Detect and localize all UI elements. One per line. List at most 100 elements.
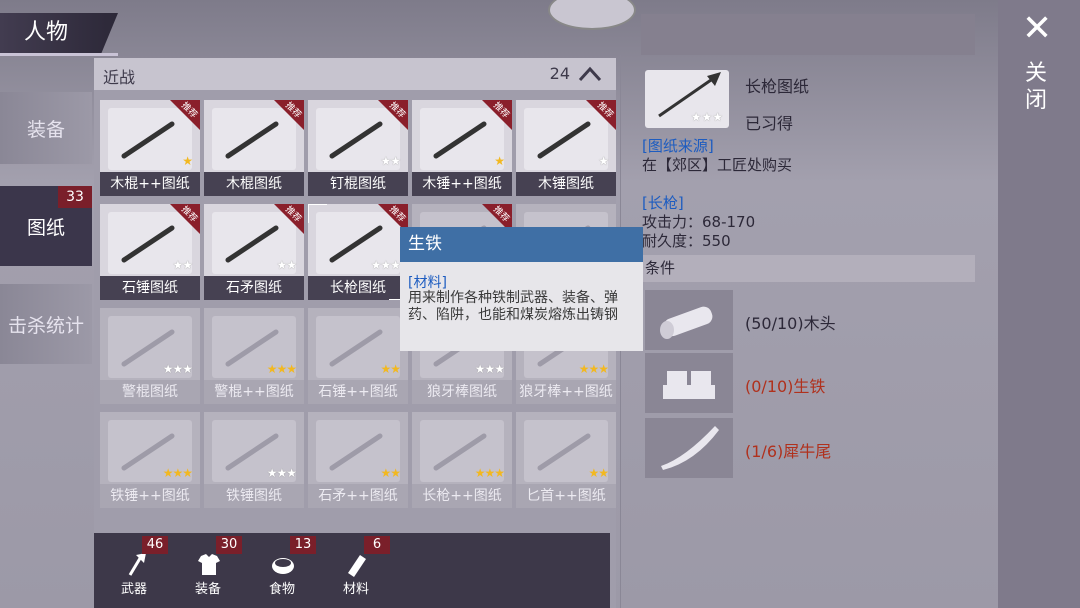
rarity-stars: ★★	[588, 466, 608, 480]
learned-status: 已习得	[745, 114, 794, 133]
rarity-stars: ★★★	[162, 466, 193, 480]
rarity-stars: ★★	[276, 258, 297, 272]
rarity-stars: ★★★	[266, 466, 297, 480]
tab-label: 食物	[268, 582, 295, 597]
blueprint-card[interactable]: ★★★ 铁锤图纸	[204, 412, 304, 508]
source-text: 在【郊区】工匠处购买	[642, 156, 793, 174]
hammer-icon	[524, 108, 608, 170]
title-underline	[0, 53, 118, 56]
tab-materials[interactable]: 材料 6	[320, 533, 392, 608]
blueprint-card[interactable]: ★★ 石矛++图纸	[308, 412, 408, 508]
blueprint-label: 木锤图纸	[516, 172, 616, 196]
blueprint-label: 警棍++图纸	[204, 380, 304, 404]
durability-stat: 耐久度：550	[642, 232, 731, 250]
blueprint-card[interactable]: ★★ 石锤++图纸	[308, 308, 408, 404]
shirt-icon	[196, 551, 222, 577]
sidebar-item-label: 击杀统计	[7, 314, 84, 337]
rarity-stars: ★	[182, 154, 193, 168]
conditions-header: 条件	[641, 255, 975, 282]
tab-badge: 6	[364, 536, 390, 554]
bottom-tab-bar: 武器 46 装备 30 食物 13 材料 6	[94, 533, 610, 608]
blueprint-card[interactable]: ★★★ 警棍++图纸	[204, 308, 304, 404]
axe-icon	[122, 551, 148, 577]
tooltip-title: 生铁	[400, 227, 643, 262]
weapon-label: [长枪]	[642, 194, 684, 212]
rarity-stars: ★★	[172, 258, 193, 272]
attack-stat: 攻击力：68-170	[642, 213, 756, 231]
tab-equipment[interactable]: 装备 30	[172, 533, 244, 608]
rarity-stars: ★★★	[162, 362, 193, 376]
blueprint-label: 狼牙棒++图纸	[516, 380, 616, 404]
sidebar-item-kill-stats[interactable]: 击杀统计	[0, 284, 92, 364]
blueprint-label: 铁锤图纸	[204, 484, 304, 508]
blueprint-card[interactable]: ★ 推荐 木锤图纸	[516, 100, 616, 196]
blueprint-label: 匕首++图纸	[516, 484, 616, 508]
rarity-stars: ★★★	[370, 258, 401, 272]
close-label[interactable]: 关闭	[1025, 60, 1059, 114]
club-icon	[108, 108, 192, 170]
material-row-wood: (50/10)木头	[641, 290, 975, 350]
source-label: [图纸来源]	[642, 137, 714, 155]
material-row-pig-iron: (0/10)生铁	[641, 353, 975, 413]
club-icon	[212, 108, 296, 170]
blueprint-label: 石锤图纸	[100, 276, 200, 300]
category-title: 近战	[103, 68, 136, 87]
blueprint-label: 长枪图纸	[308, 276, 408, 300]
blueprint-card[interactable]: ★★★ 铁锤++图纸	[100, 412, 200, 508]
blueprint-card[interactable]: ★★★ 长枪++图纸	[412, 412, 512, 508]
blueprint-label: 警棍图纸	[100, 380, 200, 404]
tab-food[interactable]: 食物 13	[246, 533, 318, 608]
rarity-stars: ★★★	[474, 362, 505, 376]
blueprint-label: 石矛++图纸	[308, 484, 408, 508]
blueprint-card[interactable]: ★★ 推荐 石矛图纸	[204, 204, 304, 300]
tab-badge: 30	[216, 536, 242, 554]
blueprint-label: 狼牙棒图纸	[412, 380, 512, 404]
page-title: 人物	[0, 13, 118, 53]
blueprint-card[interactable]: ★★★ 推荐 长枪图纸	[308, 204, 408, 300]
category-header[interactable]: 近战 24	[94, 58, 616, 90]
item-tooltip: 生铁 [材料] 用来制作各种铁制武器、装备、弹药、陷阱，也能和煤炭熔炼出铸钢	[400, 227, 643, 351]
tab-badge: 13	[290, 536, 316, 554]
rhino-tail-icon	[645, 418, 733, 478]
blueprint-label: 石矛图纸	[204, 276, 304, 300]
rarity-stars: ★	[494, 154, 505, 168]
chevron-up-icon[interactable]	[578, 66, 602, 86]
tab-label: 装备	[194, 582, 221, 597]
rarity-stars: ★★★	[578, 362, 609, 376]
tab-badge: 46	[142, 536, 168, 554]
sidebar-item-label: 图纸	[26, 216, 65, 239]
rarity-stars: ★★★	[266, 362, 297, 376]
blueprint-thumbnail: ★★★	[645, 70, 729, 128]
blueprint-card[interactable]: ★ 推荐 木棍++图纸	[100, 100, 200, 196]
tab-label: 武器	[120, 582, 147, 597]
material-text: (50/10)木头	[745, 314, 836, 333]
close-icon[interactable]: ✕	[1022, 8, 1052, 49]
sidebar-item-equipment[interactable]: 装备	[0, 92, 92, 164]
hammer-icon	[420, 108, 504, 170]
wood-log-icon	[645, 290, 733, 350]
blueprint-label: 木锤++图纸	[412, 172, 512, 196]
pig-iron-icon	[645, 353, 733, 413]
material-text: (0/10)生铁	[745, 377, 826, 396]
rarity-stars: ★★	[380, 466, 400, 480]
blueprint-card[interactable]: 推荐 木棍图纸	[204, 100, 304, 196]
blueprint-card[interactable]: ★ 推荐 木锤++图纸	[412, 100, 512, 196]
material-text: (1/6)犀牛尾	[745, 442, 832, 461]
blueprint-label: 铁锤++图纸	[100, 484, 200, 508]
blueprint-card[interactable]: ★★ 推荐 钉棍图纸	[308, 100, 408, 196]
sidebar-item-label: 装备	[26, 118, 65, 141]
sidebar-item-blueprints[interactable]: 图纸 33	[0, 186, 92, 266]
tooltip-category: [材料]	[408, 275, 447, 291]
material-icon	[344, 551, 370, 577]
blueprint-card[interactable]: ★★★ 警棍图纸	[100, 308, 200, 404]
rarity-stars: ★	[598, 154, 609, 168]
tab-weapons[interactable]: 武器 46	[98, 533, 170, 608]
rarity-stars: ★★★	[690, 110, 723, 124]
category-count: 24	[549, 64, 570, 83]
blueprint-card[interactable]: ★★ 匕首++图纸	[516, 412, 616, 508]
tab-label: 材料	[342, 582, 369, 597]
rarity-stars: ★★	[380, 154, 401, 168]
material-row-rhino-tail: (1/6)犀牛尾	[641, 418, 975, 478]
rarity-stars: ★★	[380, 362, 400, 376]
blueprint-card[interactable]: ★★ 推荐 石锤图纸	[100, 204, 200, 300]
